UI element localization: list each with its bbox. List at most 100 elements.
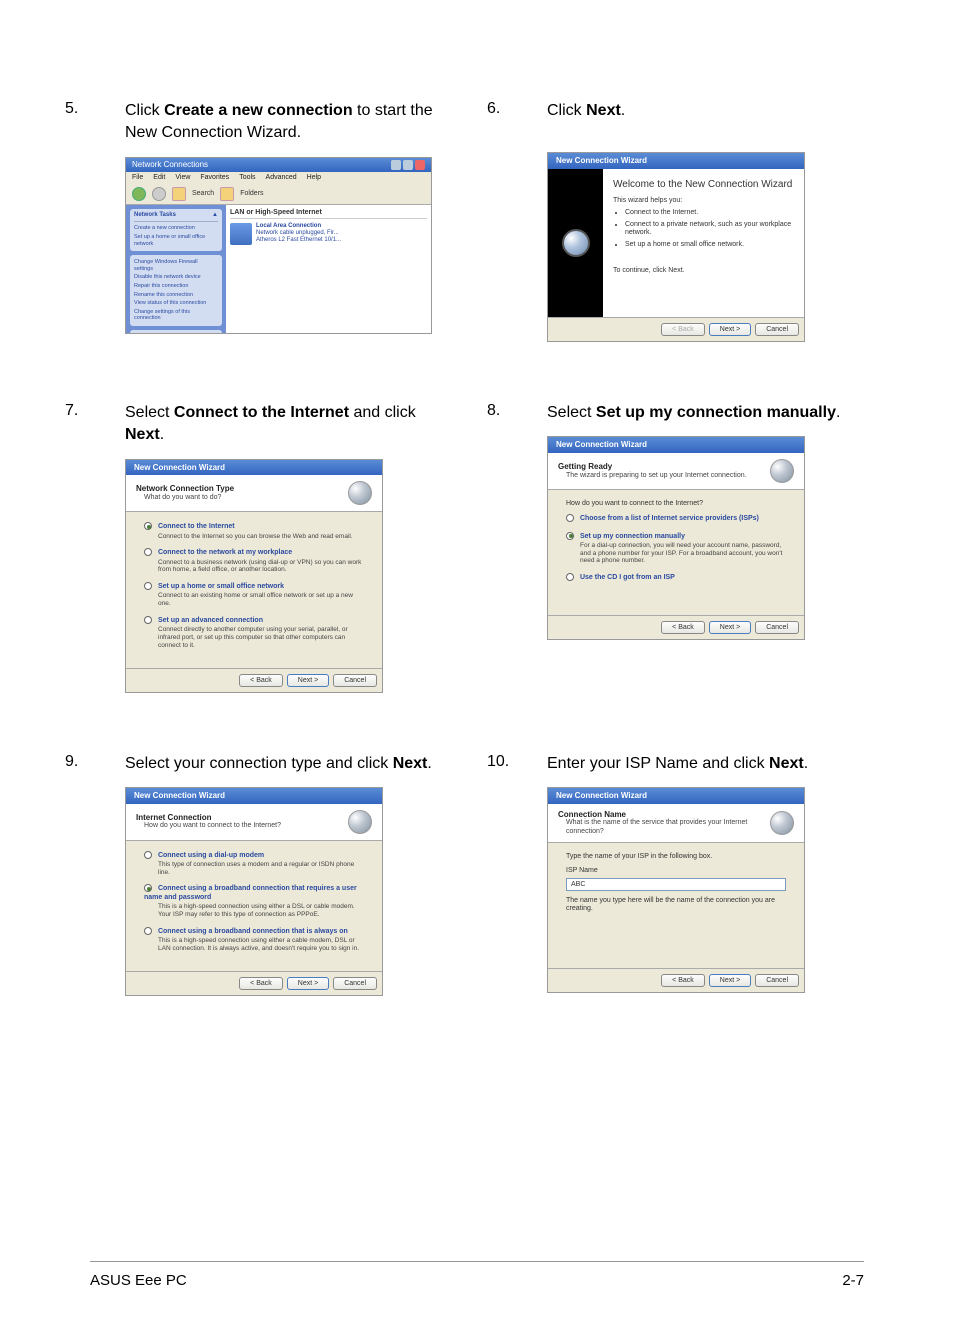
menu-item[interactable]: Help (307, 174, 321, 182)
screenshot-wizard-internet-connection: New Connection Wizard Internet Connectio… (125, 787, 383, 995)
radio-option[interactable]: Set up an advanced connection Connect di… (144, 616, 364, 650)
back-icon[interactable] (132, 187, 146, 201)
wizard-title: New Connection Wizard (548, 153, 804, 169)
menu-item[interactable]: View (175, 174, 190, 182)
step-text: Click Next. (547, 100, 879, 122)
step-number: 7. (65, 402, 95, 420)
sidebar-item[interactable]: Create a new connection (134, 224, 218, 233)
wizard-body: How do you want to connect to the Intern… (548, 490, 804, 615)
step-text: Select Set up my connection manually. (547, 402, 879, 424)
forward-icon[interactable] (152, 187, 166, 201)
screenshot-network-connections: Network Connections File Edit View Favor… (125, 157, 432, 334)
next-button[interactable]: Next > (709, 621, 751, 634)
next-button[interactable]: Next > (709, 323, 751, 336)
wizard-note: The name you type here will be the name … (566, 897, 786, 914)
radio-icon (566, 514, 574, 522)
radio-option[interactable]: Connect using a broadband connection tha… (144, 927, 364, 953)
toolbar-folders[interactable]: Folders (240, 190, 263, 198)
wizard-header-title: Internet Connection (136, 813, 281, 823)
network-icon (230, 223, 252, 245)
wizard-header-title: Getting Ready (558, 462, 747, 472)
footer-left: ASUS Eee PC (90, 1272, 187, 1289)
back-button[interactable]: < Back (661, 974, 705, 987)
connection-status: Network cable unplugged, Fir... (256, 230, 341, 237)
sidebar-item[interactable]: Change Windows Firewall settings (134, 258, 218, 273)
cancel-button[interactable]: Cancel (333, 674, 377, 687)
radio-icon (566, 573, 574, 581)
sidebar-item[interactable]: Set up a home or small office network (134, 233, 218, 248)
radio-icon (566, 532, 574, 540)
radio-option[interactable]: Use the CD I got from an ISP (566, 573, 786, 582)
wizard-title: New Connection Wizard (548, 437, 804, 453)
wizard-bullet: Connect to a private network, such as yo… (625, 221, 794, 238)
connection-name: Local Area Connection (256, 223, 341, 230)
radio-option[interactable]: Connect using a dial-up modem This type … (144, 851, 364, 877)
wizard-body: Connect using a dial-up modem This type … (126, 841, 382, 971)
radio-option[interactable]: Set up my connection manually For a dial… (566, 532, 786, 566)
window-controls (391, 160, 425, 170)
menu-item[interactable]: Advanced (266, 174, 297, 182)
sidebar-item[interactable]: Repair this connection (134, 282, 218, 291)
radio-option[interactable]: Connect to the network at my workplace C… (144, 548, 364, 574)
step-number: 10. (487, 753, 517, 771)
isp-name-input[interactable] (566, 878, 786, 891)
toolbar-search[interactable]: Search (192, 190, 214, 198)
cancel-button[interactable]: Cancel (755, 323, 799, 336)
up-icon[interactable] (172, 187, 186, 201)
radio-option[interactable]: Connect to the Internet Connect to the I… (144, 522, 364, 540)
sidebar-item[interactable]: Change settings of this connection (134, 308, 218, 323)
wizard-intro: This wizard helps you: (613, 197, 794, 205)
connection-adapter: Atheros L2 Fast Ethernet 10/1... (256, 237, 341, 244)
wizard-header-sub: What do you want to do? (144, 494, 234, 502)
back-button: < Back (661, 323, 705, 336)
back-button[interactable]: < Back (239, 674, 283, 687)
wizard-lead: How do you want to connect to the Intern… (566, 500, 786, 508)
sidebar-item[interactable]: Disable this network device (134, 273, 218, 282)
globe-icon (348, 481, 372, 505)
wizard-sidebar-image (548, 169, 603, 317)
sidebar: Network Tasks▲ Create a new connection S… (126, 205, 226, 334)
back-button[interactable]: < Back (239, 977, 283, 990)
step-number: 9. (65, 753, 95, 771)
radio-icon (144, 851, 152, 859)
step-number: 5. (65, 100, 95, 118)
wizard-bullet: Connect to the Internet. (625, 209, 794, 217)
radio-icon (144, 616, 152, 624)
back-button[interactable]: < Back (661, 621, 705, 634)
sidebar-panel-tasks: Network Tasks▲ Create a new connection S… (130, 209, 222, 251)
folders-icon[interactable] (220, 187, 234, 201)
sidebar-item[interactable]: Rename this connection (134, 291, 218, 300)
menu-item[interactable]: Edit (153, 174, 165, 182)
radio-option[interactable]: Set up a home or small office network Co… (144, 582, 364, 608)
section-header: LAN or High-Speed Internet (230, 209, 427, 218)
menubar: File Edit View Favorites Tools Advanced … (126, 172, 431, 184)
next-button[interactable]: Next > (287, 674, 329, 687)
step-text: Select your connection type and click Ne… (125, 753, 457, 775)
wizard-bullet: Set up a home or small office network. (625, 241, 794, 249)
screenshot-wizard-connection-type: New Connection Wizard Network Connection… (125, 459, 383, 693)
cancel-button[interactable]: Cancel (755, 621, 799, 634)
menu-item[interactable]: Favorites (200, 174, 229, 182)
wizard-continue: To continue, click Next. (613, 267, 794, 275)
wizard-heading: Welcome to the New Connection Wizard (613, 179, 794, 191)
next-button[interactable]: Next > (287, 977, 329, 990)
window-title: Network Connections (132, 160, 208, 170)
menu-item[interactable]: Tools (239, 174, 255, 182)
sidebar-item[interactable]: View status of this connection (134, 299, 218, 308)
wizard-title: New Connection Wizard (548, 788, 804, 804)
menu-item[interactable]: File (132, 174, 143, 182)
cancel-button[interactable]: Cancel (755, 974, 799, 987)
globe-icon (562, 229, 590, 257)
wizard-header-sub: The wizard is preparing to set up your I… (566, 472, 747, 480)
globe-icon (770, 459, 794, 483)
wizard-header-sub: How do you want to connect to the Intern… (144, 822, 281, 830)
radio-icon (144, 522, 152, 530)
page-footer: ASUS Eee PC 2-7 (90, 1261, 864, 1289)
radio-option[interactable]: Connect using a broadband connection tha… (144, 884, 364, 918)
next-button[interactable]: Next > (709, 974, 751, 987)
cancel-button[interactable]: Cancel (333, 977, 377, 990)
sidebar-panel-seealso: Change Windows Firewall settings Disable… (130, 255, 222, 326)
connection-item[interactable]: Local Area Connection Network cable unpl… (230, 223, 427, 245)
radio-option[interactable]: Choose from a list of Internet service p… (566, 514, 786, 523)
radio-icon (144, 582, 152, 590)
